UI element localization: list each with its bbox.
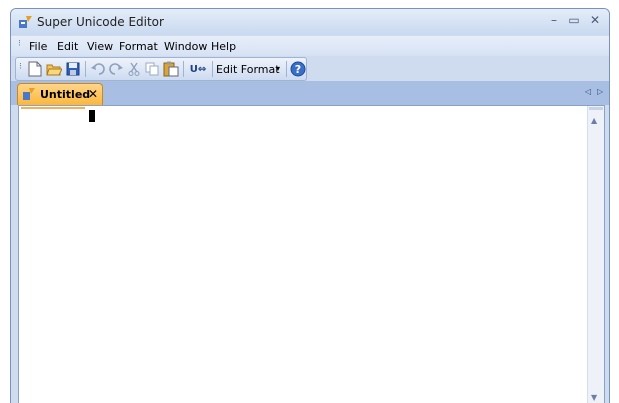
tab-scroll-left-icon[interactable]: ◁ — [585, 87, 591, 96]
maximize-button[interactable]: ▭ — [566, 13, 582, 27]
title-bar[interactable]: Super Unicode Editor – ▭ ✕ — [11, 9, 609, 35]
menu-edit[interactable]: Edit — [57, 40, 78, 53]
new-file-icon[interactable] — [26, 60, 44, 78]
toolbar: ⁝ U⇔ Edit Format ▾ ? — [15, 57, 307, 81]
menu-view[interactable]: View — [87, 40, 113, 53]
save-icon[interactable] — [64, 60, 82, 78]
toolbar-separator — [212, 61, 213, 77]
menu-bar: ⁝ File Edit View Format Window Help — [11, 36, 609, 56]
window-title: Super Unicode Editor — [37, 15, 164, 29]
toolbar-separator — [183, 61, 184, 77]
tab-close-icon[interactable]: ✕ — [88, 87, 98, 101]
text-cursor — [89, 110, 95, 122]
menu-grip-icon[interactable]: ⁝ — [18, 40, 21, 49]
menu-help[interactable]: Help — [211, 40, 236, 53]
copy-icon[interactable] — [143, 60, 161, 78]
paste-icon[interactable] — [162, 60, 180, 78]
menu-format[interactable]: Format — [119, 40, 158, 53]
scroll-split-handle[interactable] — [589, 107, 603, 110]
app-window: Super Unicode Editor – ▭ ✕ ⁝ File Edit V… — [10, 8, 610, 403]
tab-scroll-right-icon[interactable]: ▷ — [597, 87, 603, 96]
unicode-convert-icon[interactable]: U⇔ — [187, 60, 209, 78]
chevron-down-icon[interactable]: ▾ — [276, 64, 280, 73]
document-icon — [23, 88, 35, 100]
close-button[interactable]: ✕ — [587, 13, 603, 27]
app-icon — [19, 16, 32, 28]
toolbar-grip-icon[interactable]: ⁝ — [19, 63, 22, 72]
toolbar-separator — [85, 61, 86, 77]
svg-text:?: ? — [295, 63, 301, 76]
tab-label: Untitled — [40, 88, 91, 101]
redo-icon[interactable] — [107, 60, 125, 78]
text-editor[interactable]: ▲ ▼ — [18, 105, 605, 403]
menu-window[interactable]: Window — [164, 40, 207, 53]
edit-format-dropdown[interactable]: Edit Format — [216, 63, 280, 76]
open-folder-icon[interactable] — [45, 60, 63, 78]
vertical-scrollbar[interactable]: ▲ ▼ — [587, 106, 604, 403]
tab-strip: Untitled ✕ ◁ ▷ — [11, 81, 609, 105]
tab-untitled[interactable]: Untitled ✕ — [17, 83, 103, 105]
minimize-button[interactable]: – — [546, 13, 562, 27]
help-icon[interactable]: ? — [289, 60, 307, 78]
undo-icon[interactable] — [89, 60, 107, 78]
menu-file[interactable]: File — [29, 40, 47, 53]
scroll-down-icon[interactable]: ▼ — [591, 393, 597, 402]
tab-underline-accent — [21, 107, 85, 109]
cut-icon[interactable] — [125, 60, 143, 78]
scroll-up-icon[interactable]: ▲ — [591, 116, 597, 125]
toolbar-separator — [286, 61, 287, 77]
